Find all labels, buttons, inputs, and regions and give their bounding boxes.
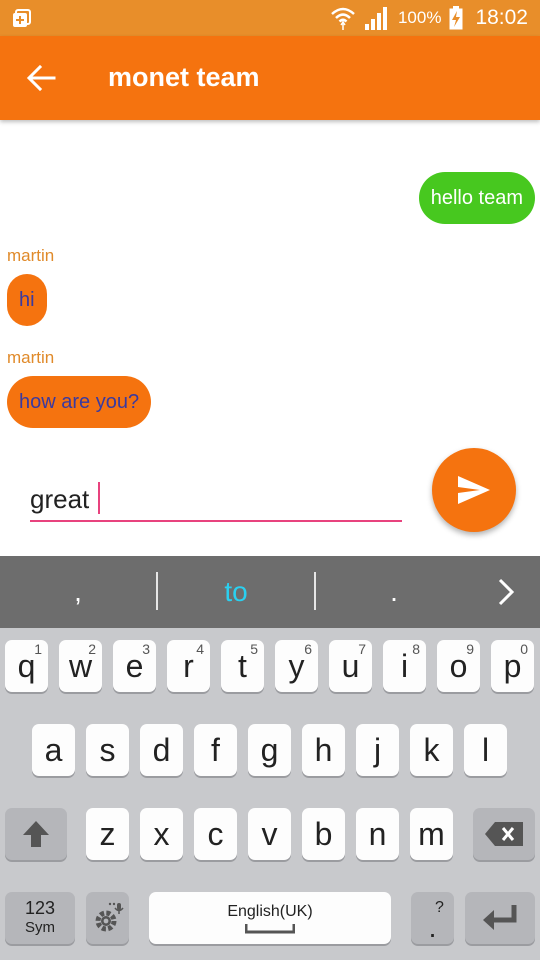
punctuation-key[interactable]: ? . [411,892,454,944]
shift-key[interactable] [5,808,67,860]
key-y[interactable]: y6 [275,640,318,692]
send-button[interactable] [432,448,516,532]
key-k[interactable]: k [410,724,453,776]
key-alt-label: 0 [520,641,528,657]
send-icon [458,476,490,504]
incoming-message: hi [7,274,47,326]
chevron-right-icon[interactable] [496,578,516,606]
text-cursor [98,482,100,514]
outgoing-message: hello team [418,172,535,224]
space-key-label: English(UK) [227,902,313,920]
key-c[interactable]: c [194,808,237,860]
incoming-message: how are you? [7,376,152,428]
suggestion-bar: , to . [0,556,540,628]
key-t[interactable]: t5 [221,640,264,692]
key-z[interactable]: z [86,808,129,860]
key-label: r [183,647,194,684]
key-alt-label: 5 [250,641,258,657]
key-r[interactable]: r4 [167,640,210,692]
message-sender: martin [7,348,55,367]
key-alt-label: 9 [466,641,474,657]
wifi-icon [331,7,355,30]
key-label: o [449,647,468,684]
symbols-key[interactable]: 123 Sym [5,892,75,944]
signal-icon [364,7,387,30]
status-bar: 100% 18:02 [0,0,540,36]
punctuation-label: . [428,912,437,943]
key-j[interactable]: j [356,724,399,776]
key-label: e [125,647,144,684]
app-bar: monet team [0,36,540,120]
enter-key[interactable] [465,892,535,944]
key-label: q [17,647,36,684]
key-f[interactable]: f [194,724,237,776]
key-g[interactable]: g [248,724,291,776]
back-arrow-icon[interactable] [26,64,56,92]
space-key[interactable]: English(UK) [149,892,391,944]
key-alt-label: 2 [88,641,96,657]
key-p[interactable]: p0 [491,640,534,692]
key-q[interactable]: q1 [5,640,48,692]
key-l[interactable]: l [464,724,507,776]
settings-key[interactable] [86,892,129,944]
key-m[interactable]: m [410,808,453,860]
backspace-key[interactable] [473,808,535,860]
punctuation-alt-label: ? [435,899,444,916]
key-e[interactable]: e3 [113,640,156,692]
key-x[interactable]: x [140,808,183,860]
key-o[interactable]: o9 [437,640,480,692]
key-alt-label: 4 [196,641,204,657]
enter-icon [483,905,517,930]
battery-charging-icon [449,6,463,30]
suggestion-period[interactable]: . [316,556,472,628]
keyboard: , to . q1 w2 e3 r4 t5 y6 u7 i8 o9 p0 a s… [0,556,540,960]
key-i[interactable]: i8 [383,640,426,692]
suggestion-comma[interactable]: , [0,556,156,628]
suggestion-to[interactable]: to [158,556,314,628]
key-alt-label: 7 [358,641,366,657]
key-u[interactable]: u7 [329,640,372,692]
key-label: y [288,647,305,684]
key-label: t [238,647,247,684]
key-n[interactable]: n [356,808,399,860]
message-sender: martin [7,246,55,265]
backspace-icon [485,822,523,846]
key-h[interactable]: h [302,724,345,776]
key-b[interactable]: b [302,808,345,860]
clock: 18:02 [475,6,528,29]
key-label: u [341,647,360,684]
shift-arrow-icon [23,821,49,847]
key-label: i [400,647,409,684]
key-label: p [503,647,522,684]
message-input[interactable]: great [30,474,402,522]
key-v[interactable]: v [248,808,291,860]
space-bar-icon [245,923,295,933]
key-alt-label: 3 [142,641,150,657]
gear-mic-icon [95,902,124,932]
key-s[interactable]: s [86,724,129,776]
chat-title: monet team [108,62,260,92]
key-alt-label: 6 [304,641,312,657]
symbols-key-label: 123 [24,898,56,918]
key-w[interactable]: w2 [59,640,102,692]
symbols-key-sublabel: Sym [25,919,55,936]
key-alt-label: 8 [412,641,420,657]
message-input-value: great [30,484,90,514]
key-alt-label: 1 [34,641,42,657]
key-a[interactable]: a [32,724,75,776]
notification-icon [13,9,31,27]
battery-percentage: 100% [397,8,442,27]
key-d[interactable]: d [140,724,183,776]
